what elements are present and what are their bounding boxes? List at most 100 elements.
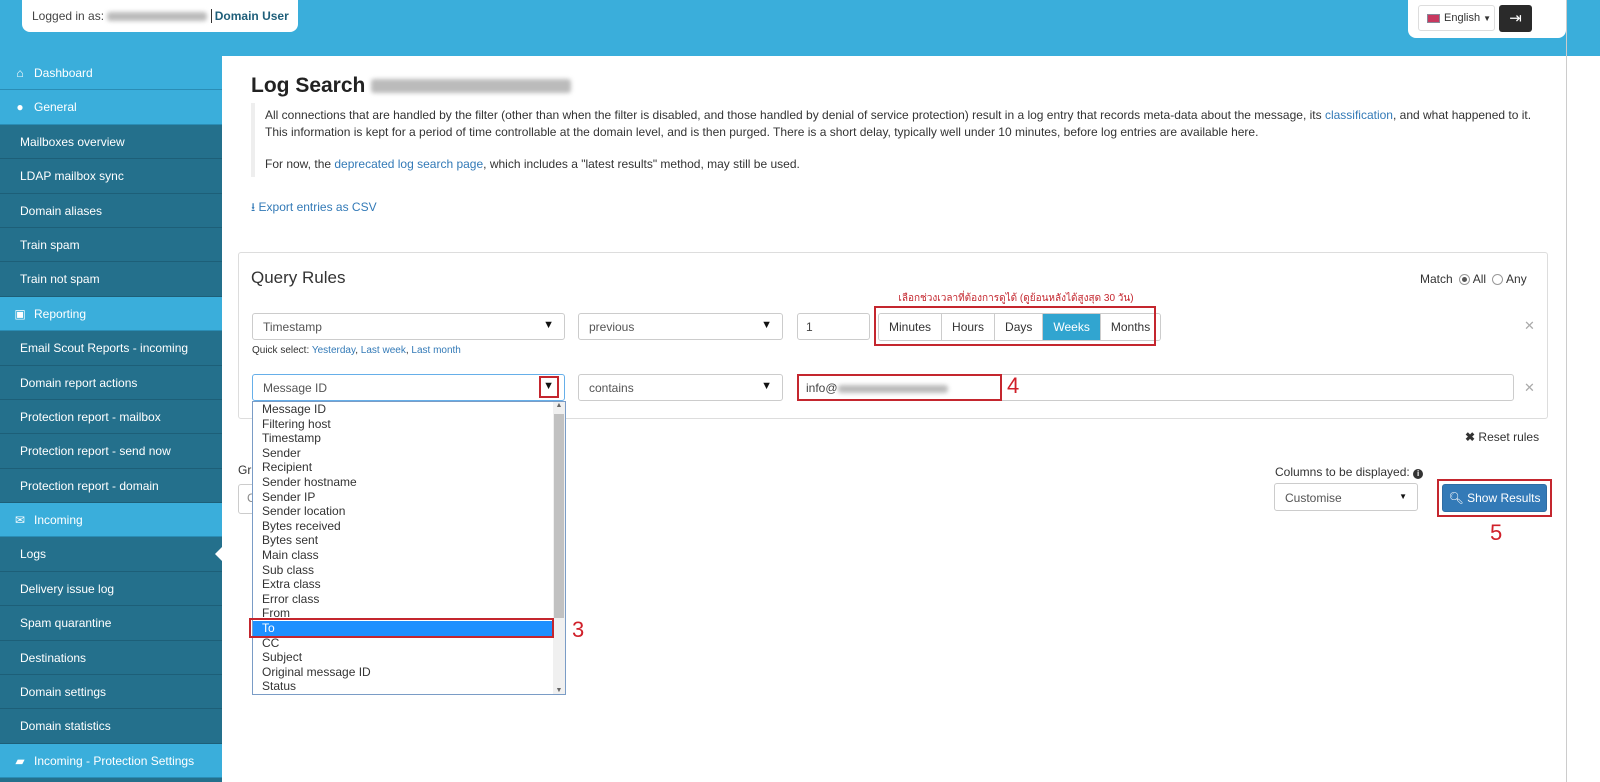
sidebar-item-incoming[interactable]: ✉ Incoming [0,503,222,538]
dropdown-scrollbar-thumb[interactable] [554,414,564,618]
sidebar-item-label: Reporting [34,306,87,321]
field-dropdown-list: Message ID Filtering host Timestamp Sender R… [252,401,566,695]
sidebar-item-label: Email Scout Reports - incoming [20,341,189,356]
deprecated-log-search-link[interactable]: deprecated log search page [334,157,483,171]
sidebar-item-train-not-spam[interactable]: Train not spam [0,262,222,297]
globe-icon: ● [16,100,24,115]
dropdown-option[interactable]: Sender location [253,504,553,519]
sidebar-item-domain-report-actions[interactable]: Domain report actions [0,366,222,400]
dropdown-option[interactable]: Bytes received [253,519,553,534]
redacted-domain [107,12,208,22]
folder-open-icon: ▰ [15,753,25,768]
sidebar: ⌂ Dashboard ● General Mailboxes overview LDAP… [0,56,222,782]
sidebar-item-train-spam[interactable]: Train spam [0,228,222,263]
match-any-radio[interactable] [1492,274,1504,286]
sidebar-item-delivery-issue-log[interactable]: Delivery issue log [0,572,222,607]
sidebar-item-logs[interactable]: Logs [0,537,222,572]
sidebar-item-label: Protection report - mailbox [20,409,161,424]
group-label: Gr [238,463,252,477]
rule1-operator-select[interactable]: previous ▼ [578,313,783,340]
dropdown-option[interactable]: Sender [253,446,553,461]
sidebar-item-protection-report-send-now[interactable]: Protection report - send now [0,434,222,469]
inbox-icon: ▣ [14,306,26,321]
annotation-box [797,374,1002,401]
sidebar-item-label: Dashboard [34,66,93,80]
match-selector: Match All Any [1420,272,1527,286]
sidebar-item-dashboard[interactable]: ⌂ Dashboard [0,56,222,91]
sidebar-item-destinations[interactable]: Destinations [0,641,222,676]
match-all-radio[interactable] [1458,274,1470,286]
sidebar-item-general[interactable]: ● General [0,90,222,125]
logout-icon: ⇥ [1509,10,1522,27]
caret-down-icon: ▼ [543,319,554,331]
quick-select-yesterday[interactable]: Yesterday [312,345,355,356]
sidebar-item-label: General [34,100,77,115]
download-icon: ⭳ [251,200,256,214]
sidebar-item-protection-report-domain[interactable]: Protection report - domain [0,469,222,504]
sidebar-item-protection-report-mailbox[interactable]: Protection report - mailbox [0,400,222,435]
remove-rule1-icon[interactable]: ✕ [1524,318,1535,334]
dropdown-option[interactable]: Sender IP [253,490,553,505]
dropdown-option[interactable]: Error class [253,592,553,607]
annotation-box [1437,479,1552,517]
sidebar-item-domain-aliases[interactable]: Domain aliases [0,194,222,228]
reset-rules-button[interactable]: ✖ Reset rules [1465,430,1539,444]
annotation-time-range: เลือกช่วงเวลาที่ต้องการดูได้ (ดูย้อนหลัง… [898,293,1134,304]
caret-down-icon: ▼ [761,319,772,331]
rule2-field-select[interactable]: Message ID ▼ [252,374,565,401]
uk-flag-icon [1427,13,1440,23]
sidebar-item-label: Train spam [20,237,80,252]
rule1-value-input[interactable]: 1 [797,313,870,340]
logout-button[interactable]: ⇥ [1499,5,1532,32]
annotation-number-3: 3 [572,617,585,642]
description: All connections that are handled by the … [251,103,1551,177]
dropdown-option[interactable]: Main class [253,548,553,563]
dropdown-option[interactable]: Bytes sent [253,533,553,548]
dropdown-option[interactable]: Sender hostname [253,475,553,490]
dropdown-option[interactable]: Recipient [253,460,553,475]
sidebar-item-label: Incoming - Protection Settings [34,753,195,768]
rule2-operator-select[interactable]: contains ▼ [578,374,783,401]
export-csv-link[interactable]: ⭳ Export entries as CSV [251,198,377,219]
sidebar-item-ldap-mailbox-sync[interactable]: LDAP mailbox sync [0,159,222,194]
annotation-box [874,306,1156,346]
sidebar-item-label: Domain statistics [20,719,111,734]
sidebar-item-domain-statistics[interactable]: Domain statistics [0,709,222,744]
classification-link[interactable]: classification [1325,108,1393,122]
annotation-number-5: 5 [1490,520,1503,545]
sidebar-item-label: Protection report - domain [20,478,159,493]
info-icon: i [1413,469,1424,479]
annotation-box [249,618,554,638]
sidebar-item-reporting[interactable]: ▣ Reporting [0,296,222,332]
sidebar-item-mailboxes-overview[interactable]: Mailboxes overview [0,125,222,160]
columns-select[interactable]: Customise ▼ [1274,483,1418,511]
dropdown-option[interactable]: Message ID [253,402,553,417]
sidebar-item-incoming-protection-settings[interactable]: ▰ Incoming - Protection Settings [0,743,222,779]
sidebar-item-label: Domain settings [20,685,107,700]
close-icon: ✖ [1465,430,1476,444]
columns-label: Columns to be displayed: i [1275,465,1424,479]
dropdown-option[interactable]: Original message ID [253,665,553,680]
dropdown-option[interactable]: Status [253,679,553,694]
sidebar-item-domain-settings[interactable]: Domain settings [0,675,222,710]
sidebar-item-label: Domain aliases [20,203,103,218]
remove-rule2-icon[interactable]: ✕ [1524,380,1535,396]
sidebar-item-email-scout-reports-incoming[interactable]: Email Scout Reports - incoming [0,331,222,366]
dropdown-option[interactable]: Extra class [253,577,553,592]
dropdown-option[interactable]: Timestamp [253,431,553,446]
caret-down-icon: ▼ [1483,14,1492,23]
quick-select-last-month[interactable]: Last month [411,345,460,356]
sidebar-item-label: Spam quarantine [20,616,112,631]
sidebar-item-label: Protection report - send now [20,444,171,459]
dropdown-option[interactable]: Subject [253,650,553,665]
page-edge [1566,0,1567,782]
quick-select-last-week[interactable]: Last week [361,345,406,356]
dropdown-option[interactable]: Sub class [253,563,553,578]
dropdown-option[interactable]: Filtering host [253,417,553,432]
logged-in-label: Logged in as: [32,9,105,23]
language-dropdown[interactable]: English ▼ [1418,5,1495,31]
sidebar-item-label: Destinations [20,650,87,665]
sidebar-item-label: Domain report actions [20,375,138,390]
rule1-field-select[interactable]: Timestamp ▼ [252,313,565,340]
sidebar-item-spam-quarantine[interactable]: Spam quarantine [0,606,222,641]
